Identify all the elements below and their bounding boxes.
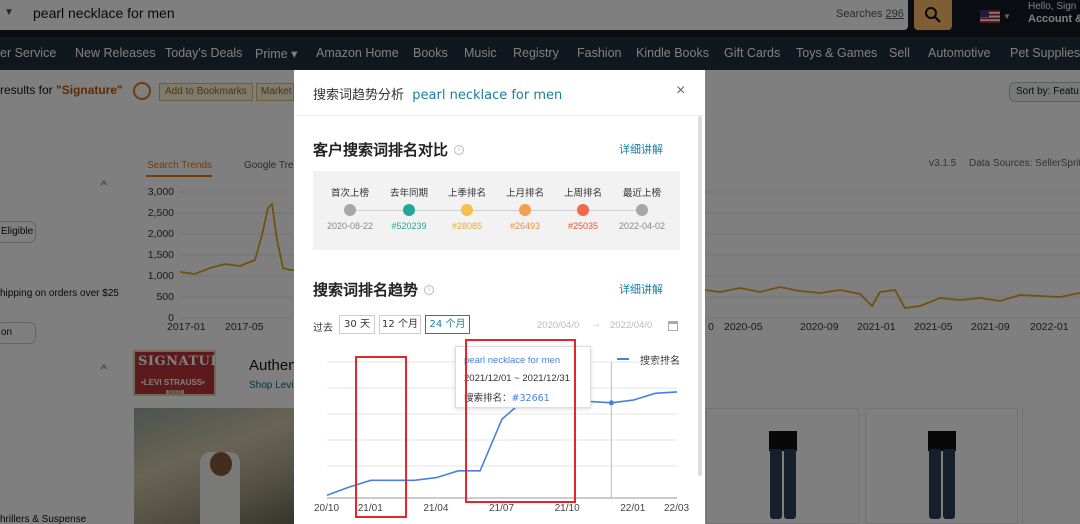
rank-item-label: 去年同期 (389, 188, 428, 199)
calendar-icon[interactable] (668, 321, 678, 331)
rank-item-dot (519, 204, 531, 216)
rank-item-value: 2022-04-02 (618, 221, 666, 231)
modal-title-text: 搜索词趋势分析 (313, 88, 405, 103)
rank-trend-title: 搜索词排名趋势 (313, 281, 419, 299)
rank-compare-title: 客户搜索词排名对比 (313, 141, 449, 159)
rank-item-label: 上周排名 (563, 188, 602, 199)
info-icon[interactable]: i (454, 145, 464, 155)
range-prefix: 过去 (313, 323, 333, 334)
rank-compare-detail-link[interactable]: 详细讲解 (619, 141, 663, 157)
date-from-input[interactable]: 2020/04/0 (537, 320, 579, 331)
x-tick-label: 22/01 (620, 503, 646, 514)
modal-scrollbar[interactable] (698, 116, 702, 476)
rank-item-dot (636, 204, 648, 216)
series-point[interactable] (608, 400, 614, 406)
range-button[interactable]: 30 天 (339, 315, 375, 334)
rank-item-dot (403, 204, 415, 216)
x-tick-label: 21/04 (423, 503, 449, 514)
rank-item-label: 最近上榜 (622, 188, 661, 199)
series-points (608, 400, 614, 406)
close-icon[interactable]: × (676, 82, 685, 100)
rank-trend-detail-link[interactable]: 详细讲解 (619, 281, 663, 297)
annotation-box (355, 356, 407, 518)
rank-item-dot (344, 204, 356, 216)
modal-title: 搜索词趋势分析 pearl necklace for men (313, 84, 562, 103)
range-button[interactable]: 24 个月 (425, 315, 470, 334)
info-icon[interactable]: i (424, 285, 434, 295)
x-tick-label: 22/03 (664, 503, 690, 514)
rank-item-dot (461, 204, 473, 216)
rank-item-label: 首次上榜 (330, 188, 369, 199)
x-tick-label: 20/10 (314, 503, 340, 514)
divider (294, 115, 705, 116)
date-to-input[interactable]: 2022/04/0 (610, 320, 652, 331)
annotation-box (465, 339, 576, 503)
rank-timeline-line (349, 210, 641, 211)
rank-item-label: 上月排名 (505, 188, 544, 199)
rank-item-dot (577, 204, 589, 216)
x-tick-label: 21/10 (554, 503, 580, 514)
x-tick-label: 21/07 (489, 503, 515, 514)
range-button[interactable]: 12 个月 (379, 315, 421, 334)
modal-keyword: pearl necklace for men (412, 88, 563, 103)
rank-item-label: 上季排名 (447, 188, 486, 199)
date-arrow-icon: → (591, 319, 601, 330)
